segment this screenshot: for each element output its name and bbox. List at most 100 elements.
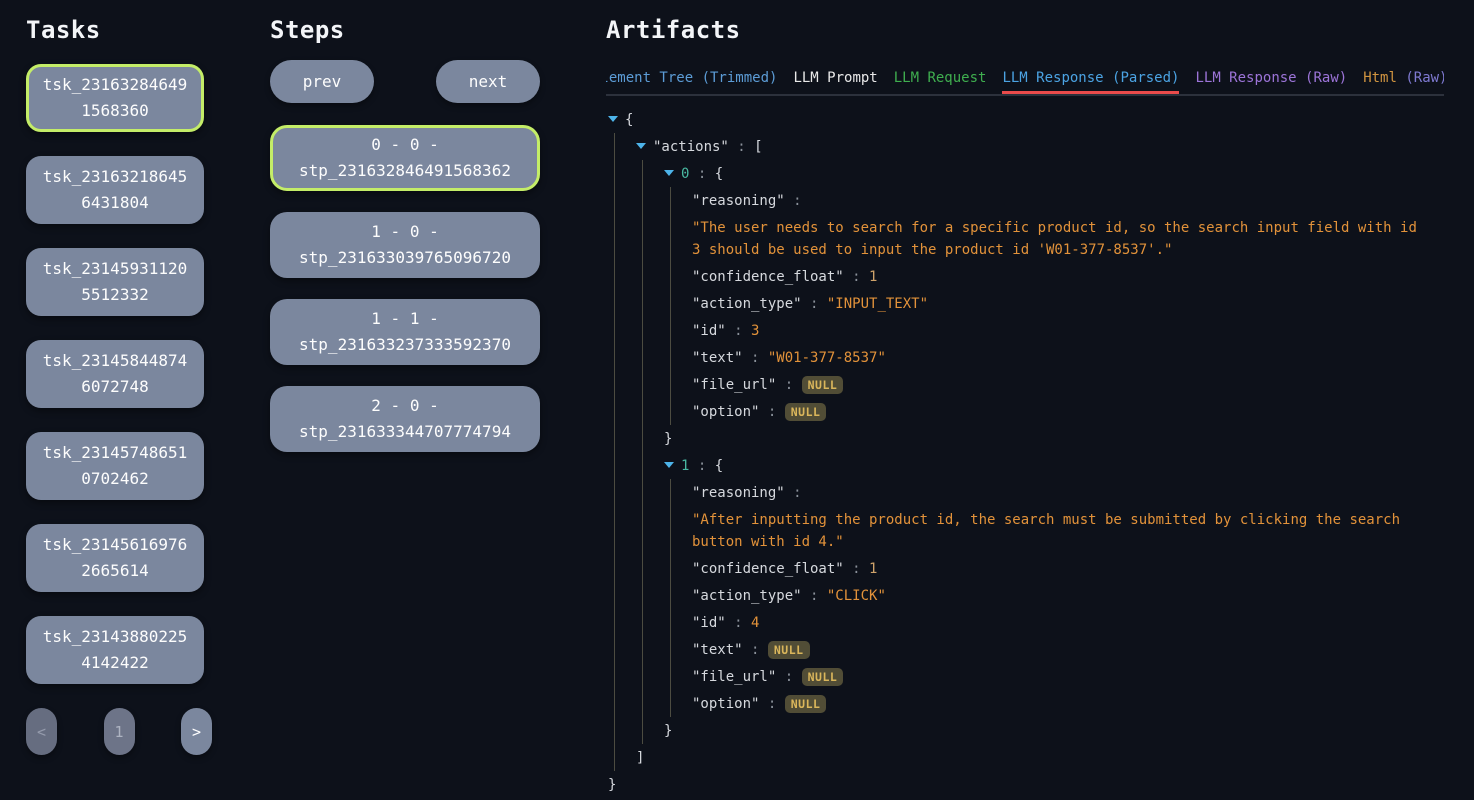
json-tree-row: "file_url" : NULL bbox=[608, 663, 1456, 690]
json-token-punc: : bbox=[743, 350, 768, 366]
json-tree-row: ] bbox=[608, 744, 1456, 771]
json-tree-row: "action_type" : "INPUT_TEXT" bbox=[608, 290, 1456, 317]
indent-guide-line bbox=[614, 371, 615, 398]
null-badge: NULL bbox=[785, 695, 827, 713]
indent-guide-line bbox=[642, 479, 643, 506]
json-token-key: "reasoning" bbox=[692, 193, 785, 209]
json-token-key: "reasoning" bbox=[692, 485, 785, 501]
task-id-label: tsk_231458448746072748 bbox=[39, 348, 191, 400]
indent-guide-line bbox=[642, 452, 643, 479]
next-step-button[interactable]: next bbox=[436, 60, 540, 103]
app-root: Tasks tsk_231632846491568360 tsk_2316321… bbox=[0, 0, 1474, 800]
task-button[interactable]: tsk_231459311205512332 bbox=[26, 248, 204, 316]
step-list: 0 - 0 - stp_231632846491568362 1 - 0 - s… bbox=[270, 125, 540, 452]
json-row-content: "reasoning" : bbox=[692, 193, 802, 209]
json-tree-row: "id" : 4 bbox=[608, 609, 1456, 636]
pagination-page-1-button[interactable]: 1 bbox=[104, 708, 135, 755]
json-token-key: "action_type" bbox=[692, 296, 802, 312]
task-button[interactable]: tsk_231632846491568360 bbox=[26, 64, 204, 132]
task-button[interactable]: tsk_231456169762665614 bbox=[26, 524, 204, 592]
json-token-punc: : bbox=[729, 139, 754, 155]
json-row-content: "action_type" : "INPUT_TEXT" bbox=[692, 296, 928, 312]
json-row-content: { bbox=[625, 112, 633, 128]
step-index-label: 1 - 1 - bbox=[371, 306, 438, 332]
indent-guide-line bbox=[670, 263, 671, 290]
collapse-caret-icon[interactable] bbox=[608, 116, 618, 122]
indent-guide-line bbox=[670, 609, 671, 636]
json-token-brace: [ bbox=[754, 139, 762, 155]
step-button[interactable]: 1 - 1 - stp_231633237333592370 bbox=[270, 299, 540, 365]
artifact-tab[interactable]: LLM Request bbox=[894, 64, 987, 94]
task-button[interactable]: tsk_231457486510702462 bbox=[26, 432, 204, 500]
indent-guide-line bbox=[670, 317, 671, 344]
json-row-content: 0 : { bbox=[681, 166, 723, 182]
json-tree-row: "file_url" : NULL bbox=[608, 371, 1456, 398]
collapse-caret-icon[interactable] bbox=[664, 170, 674, 176]
indent-guide-line bbox=[642, 344, 643, 371]
json-token-brace: } bbox=[608, 777, 616, 793]
json-token-key: "option" bbox=[692, 696, 759, 712]
task-id-label: tsk_231459311205512332 bbox=[39, 256, 191, 308]
indent-guide-line bbox=[642, 663, 643, 690]
indent-guide-line bbox=[670, 636, 671, 663]
json-row-content: "action_type" : "CLICK" bbox=[692, 588, 886, 604]
indent-guide-line bbox=[614, 690, 615, 717]
json-row-content: "file_url" : NULL bbox=[692, 669, 843, 685]
json-token-key: "actions" bbox=[653, 139, 729, 155]
step-button[interactable]: 0 - 0 - stp_231632846491568362 bbox=[270, 125, 540, 191]
artifact-tab[interactable]: LLM Prompt bbox=[793, 64, 877, 94]
json-row-content: } bbox=[664, 723, 672, 739]
indent-guide-line bbox=[614, 582, 615, 609]
json-token-punc: : bbox=[759, 696, 784, 712]
prev-step-button[interactable]: prev bbox=[270, 60, 374, 103]
step-index-label: 0 - 0 - bbox=[371, 132, 438, 158]
json-token-punc: : bbox=[785, 485, 802, 501]
indent-guide-line bbox=[614, 452, 615, 479]
step-button[interactable]: 1 - 0 - stp_231633039765096720 bbox=[270, 212, 540, 278]
artifact-tab[interactable]: Element Tree (Trimmed) bbox=[606, 64, 777, 94]
task-button[interactable]: tsk_231632186456431804 bbox=[26, 156, 204, 224]
indent-guide-line bbox=[642, 263, 643, 290]
json-token-int: 3 bbox=[751, 323, 759, 339]
json-token-punc: : bbox=[689, 166, 714, 182]
indent-guide-line bbox=[670, 214, 671, 263]
indent-guide-line bbox=[614, 636, 615, 663]
task-button[interactable]: tsk_231438802254142422 bbox=[26, 616, 204, 684]
tab-label: (Raw) bbox=[1397, 70, 1444, 86]
collapse-caret-icon[interactable] bbox=[636, 143, 646, 149]
artifact-tab[interactable]: LLM Response (Parsed) bbox=[1002, 64, 1179, 94]
indent-guide-line bbox=[642, 555, 643, 582]
indent-guide-line bbox=[642, 717, 643, 744]
task-button[interactable]: tsk_231458448746072748 bbox=[26, 340, 204, 408]
json-token-punc: : bbox=[726, 615, 751, 631]
json-token-punc: : bbox=[759, 404, 784, 420]
step-nav: prev next bbox=[270, 60, 540, 103]
indent-guide-line bbox=[614, 344, 615, 371]
json-row-content: "After inputting the product id, the sea… bbox=[692, 509, 1420, 553]
json-tree-row: 1 : { bbox=[608, 452, 1456, 479]
json-token-str: "After inputting the product id, the sea… bbox=[692, 512, 1400, 550]
json-row-content: "text" : NULL bbox=[692, 642, 810, 658]
json-token-punc: : bbox=[776, 669, 801, 685]
pagination-prev-button[interactable]: < bbox=[26, 708, 57, 755]
indent-guide-line bbox=[670, 663, 671, 690]
artifact-tab[interactable]: Html (Raw) bbox=[1363, 64, 1444, 94]
artifact-tab[interactable]: LLM Response (Raw) bbox=[1195, 64, 1347, 94]
json-tree-row: } bbox=[608, 771, 1456, 798]
null-badge: NULL bbox=[785, 403, 827, 421]
json-token-key: "file_url" bbox=[692, 669, 776, 685]
json-row-content: "confidence_float" : 1 bbox=[692, 561, 877, 577]
json-token-punc: : bbox=[785, 193, 802, 209]
pagination-next-button[interactable]: > bbox=[181, 708, 212, 755]
indent-guide-line bbox=[642, 371, 643, 398]
tab-label: LLM Request bbox=[894, 70, 987, 86]
json-row-content: "option" : NULL bbox=[692, 404, 826, 420]
collapse-caret-icon[interactable] bbox=[664, 462, 674, 468]
indent-guide-line bbox=[670, 690, 671, 717]
tab-label: LLM Response (Parsed) bbox=[1002, 70, 1179, 86]
step-button[interactable]: 2 - 0 - stp_231633344707774794 bbox=[270, 386, 540, 452]
indent-guide-line bbox=[614, 663, 615, 690]
indent-guide-line bbox=[642, 425, 643, 452]
json-token-key: "text" bbox=[692, 350, 743, 366]
json-tree-row: "option" : NULL bbox=[608, 398, 1456, 425]
